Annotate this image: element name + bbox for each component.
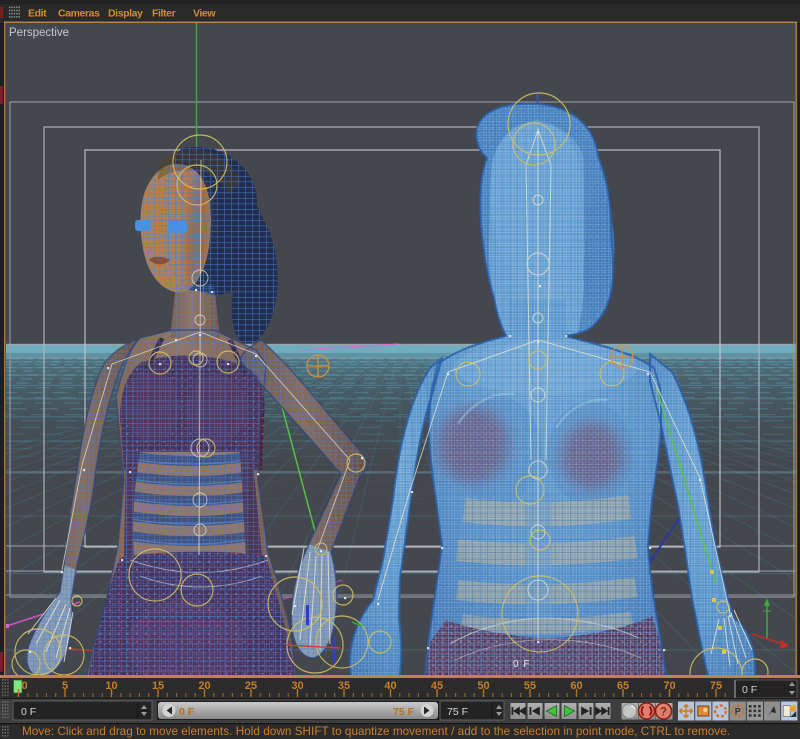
- svg-text:0 F: 0 F: [21, 706, 36, 718]
- svg-text:0: 0: [22, 680, 28, 692]
- svg-text:Display: Display: [108, 8, 143, 20]
- svg-text:Perspective: Perspective: [9, 27, 69, 39]
- svg-text:45: 45: [431, 680, 443, 692]
- svg-text:10: 10: [105, 680, 117, 692]
- svg-text:20: 20: [198, 680, 210, 692]
- svg-text:Filter: Filter: [152, 8, 176, 20]
- svg-text:?: ?: [660, 707, 667, 719]
- svg-text:P: P: [735, 707, 741, 717]
- svg-text:35: 35: [338, 680, 350, 692]
- svg-text:15: 15: [152, 680, 164, 692]
- svg-text:0 F: 0 F: [742, 684, 757, 696]
- svg-text:70: 70: [663, 680, 675, 692]
- svg-text:75: 75: [710, 680, 722, 692]
- svg-text:50: 50: [477, 680, 489, 692]
- svg-text:Move: Click and drag to move e: Move: Click and drag to move elements. H…: [22, 725, 730, 738]
- svg-text:55: 55: [524, 680, 536, 692]
- svg-text:0 F: 0 F: [513, 659, 530, 670]
- svg-text:40: 40: [384, 680, 396, 692]
- svg-text:Edit: Edit: [28, 8, 47, 20]
- svg-text:0 F: 0 F: [179, 706, 195, 718]
- svg-text:75 F: 75 F: [393, 706, 415, 718]
- svg-text:75 F: 75 F: [447, 706, 468, 718]
- svg-text:25: 25: [245, 680, 257, 692]
- svg-text:5: 5: [62, 680, 68, 692]
- svg-text:View: View: [193, 8, 216, 20]
- svg-text:60: 60: [570, 680, 582, 692]
- svg-text:Cameras: Cameras: [58, 8, 100, 20]
- svg-text:65: 65: [617, 680, 629, 692]
- svg-text:30: 30: [291, 680, 303, 692]
